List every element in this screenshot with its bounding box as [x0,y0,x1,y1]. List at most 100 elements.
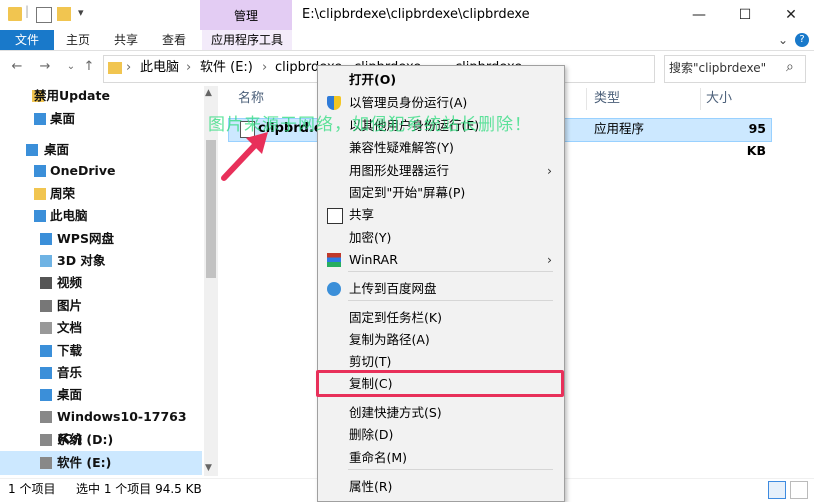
tab-share[interactable]: 共享 [114,30,138,50]
context-menu-item[interactable]: 重命名(M) [318,447,562,469]
user-icon [34,188,46,200]
context-menu-label: 重命名(M) [349,450,408,465]
context-menu-label: 复制为路径(A) [349,332,430,347]
ribbon-expand-icon[interactable]: ⌄ [778,30,788,50]
desktop-icon [34,113,46,125]
context-menu-label: 用图形处理器运行 [349,163,450,178]
computer-icon [34,210,46,222]
pointer-arrow-icon [221,132,268,181]
nav-tree-item[interactable]: 图片 [0,295,204,317]
nav-scrollbar-thumb[interactable] [206,140,216,278]
breadcrumb-drive-e[interactable]: 软件 (E:) [200,55,253,81]
context-menu-item[interactable]: WinRAR › [318,249,562,271]
menu-separator [348,271,553,272]
quick-access-dropdown-icon[interactable]: ▾ [78,6,84,19]
breadcrumb-this-pc[interactable]: 此电脑 [140,55,179,81]
scroll-down-icon[interactable]: ▼ [205,463,212,473]
nav-tree-item[interactable]: 视频 [0,272,204,294]
nav-tree-item[interactable]: 3D 对象 [0,250,204,272]
context-menu-label: 属性(R) [349,479,393,494]
maximize-button[interactable]: ☐ [722,0,768,30]
tab-file[interactable]: 文件 [0,30,54,50]
recent-locations-icon[interactable]: ⌄ [62,58,80,76]
large-icons-view-icon[interactable] [790,481,808,499]
nav-tree-item[interactable]: 此电脑 [0,205,204,227]
context-menu-item[interactable]: 用图形处理器运行 › [318,160,562,182]
nav-tree-label: 禁用Update [34,88,110,103]
nav-tree-label: 桌面 [57,387,83,402]
window-title: E:\clipbrdexe\clipbrdexe\clipbrdexe [302,7,530,22]
close-button[interactable]: ✕ [768,0,814,30]
document-icon [40,322,52,334]
breadcrumb-separator: › [262,60,268,75]
menu-separator [348,300,553,301]
context-menu-item[interactable]: 上传到百度网盘 [318,278,562,300]
breadcrumb-separator: › [186,60,192,75]
tab-view[interactable]: 查看 [162,30,186,50]
nav-tree-item[interactable]: 下载 [0,340,204,362]
context-menu-label: 固定到任务栏(K) [349,310,442,325]
context-menu-item[interactable]: 共享 [318,204,562,226]
context-menu-item[interactable]: 复制为路径(A) [318,329,562,351]
column-header-name[interactable]: 名称 [238,88,264,110]
back-icon[interactable]: ← [8,58,26,76]
column-separator[interactable] [700,88,701,110]
nav-tree-item[interactable]: WPS网盘 [0,228,204,250]
nav-tree-item[interactable]: OneDrive [0,160,204,182]
context-menu-item[interactable]: 加密(Y) [318,227,562,249]
folder-icon [8,7,22,21]
nav-tree-item[interactable]: 周荣 [0,183,204,205]
nav-tree-item[interactable]: 音乐 [0,362,204,384]
breadcrumb-separator: › [126,60,132,75]
context-menu-label: 兼容性疑难解答(Y) [349,140,454,155]
nav-tree-label: 音乐 [57,365,83,380]
search-icon[interactable]: ⌕ [786,59,794,75]
download-icon [40,345,52,357]
context-menu-item[interactable]: 属性(R) [318,476,562,498]
status-selection: 选中 1 个项目 94.5 KB [76,482,202,496]
folder-icon [108,62,122,74]
tab-home[interactable]: 主页 [66,30,90,50]
winrar-icon [327,253,341,267]
picture-icon [40,300,52,312]
context-menu-item[interactable]: 固定到"开始"屏幕(P) [318,182,562,204]
drive-icon [40,434,52,446]
context-menu-item[interactable]: 打开(O) [318,69,562,91]
nav-tree-label: 视频 [57,275,83,290]
nav-tree-item[interactable]: Windows10-17763 (C:) [0,406,204,446]
nav-tree-item[interactable]: 禁用Update [0,85,204,107]
details-view-icon[interactable] [768,481,786,499]
column-separator[interactable] [586,88,587,110]
cloud-icon [40,233,52,245]
menu-separator [348,469,553,470]
context-menu-item[interactable]: 兼容性疑难解答(Y) [318,137,562,159]
nav-tree-item[interactable]: 系统 (D:) [0,429,204,451]
context-menu-item[interactable]: 创建快捷方式(S) [318,402,562,424]
column-header-type[interactable]: 类型 [594,88,620,110]
tab-manage[interactable]: 管理 [200,0,292,30]
properties-icon[interactable] [36,7,52,23]
forward-icon[interactable]: → [36,58,54,76]
nav-tree-item[interactable]: 软件 (E:) [0,452,204,474]
minimize-button[interactable]: — [676,0,722,30]
up-icon[interactable]: ↑ [80,58,98,76]
column-header-size[interactable]: 大小 [706,88,732,110]
context-menu-item[interactable]: 固定到任务栏(K) [318,307,562,329]
context-menu-label: 上传到百度网盘 [349,281,437,296]
search-placeholder: 搜索"clipbrdexe" [669,61,767,75]
context-menu-label: 固定到"开始"屏幕(P) [349,185,466,200]
nav-tree-item[interactable]: 桌面 [0,384,204,406]
nav-tree-label: 图片 [57,298,83,313]
nav-tree-item[interactable]: 桌面 [0,139,204,161]
nav-tree-item[interactable]: 文档 [0,317,204,339]
nav-tree-item[interactable]: 桌面 [0,108,204,130]
tab-app-tools[interactable]: 应用程序工具 [202,30,292,50]
submenu-arrow-icon: › [547,163,552,178]
new-folder-icon[interactable] [57,7,71,21]
cloud-icon [34,165,46,177]
scroll-up-icon[interactable]: ▲ [205,88,212,98]
shield-icon [327,96,341,110]
context-menu-item[interactable]: 删除(D) [318,424,562,446]
help-icon[interactable]: ? [795,33,809,47]
baidu-cloud-icon [327,282,341,296]
